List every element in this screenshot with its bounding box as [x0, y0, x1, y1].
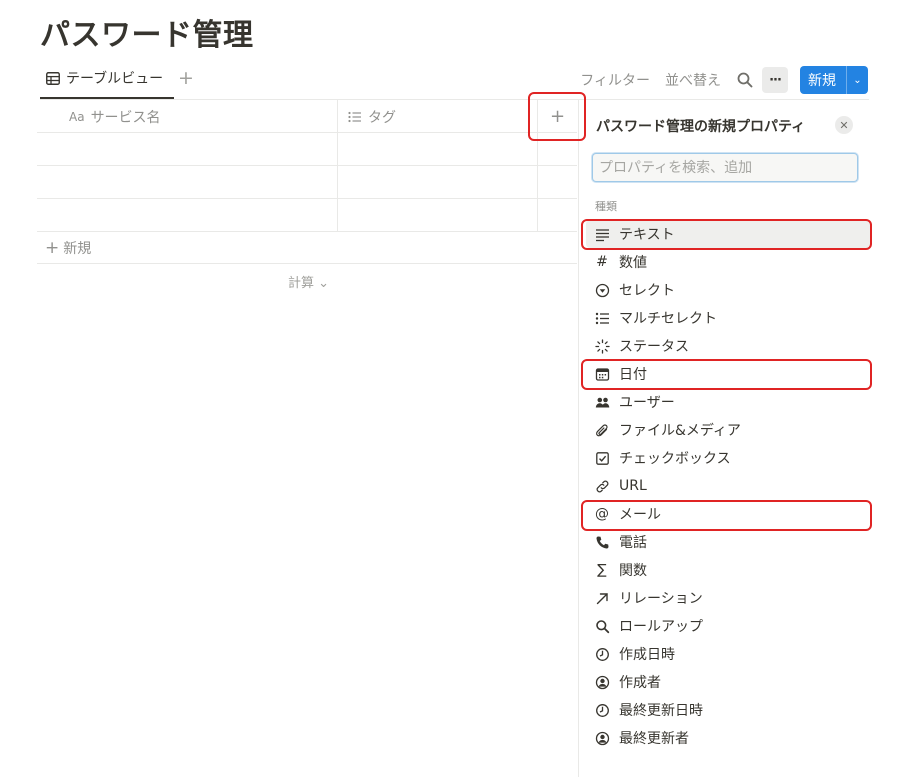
property-type-label: ファイル&メディア — [619, 423, 741, 439]
property-type-status[interactable]: ステータス — [586, 332, 872, 360]
property-type-label: セレクト — [619, 283, 675, 299]
search-icon — [594, 618, 610, 634]
property-type-email[interactable]: @ メール — [586, 500, 872, 528]
property-type-relation[interactable]: リレーション — [586, 584, 872, 612]
add-property-button[interactable]: + — [537, 100, 577, 133]
database-table: Aa サービス名 タグ + + 新規 — [37, 100, 577, 264]
page-title: パスワード管理 — [40, 18, 254, 53]
clock-icon — [594, 702, 610, 718]
property-type-label: ステータス — [619, 339, 689, 355]
property-type-label: マルチセレクト — [619, 311, 717, 327]
tab-table-view-label: テーブルビュー — [66, 71, 164, 87]
property-type-phone[interactable]: 電話 — [586, 528, 872, 556]
property-type-label: 数値 — [619, 255, 647, 271]
property-type-created-by[interactable]: 作成者 — [586, 668, 872, 696]
property-type-created-time[interactable]: 作成日時 — [586, 640, 872, 668]
new-property-panel: パスワード管理の新規プロパティ ✕ 種類 テキスト # 数値 セレクト マルチセ… — [578, 100, 878, 777]
property-type-person[interactable]: ユーザー — [586, 388, 872, 416]
property-type-checkbox[interactable]: チェックボックス — [586, 444, 872, 472]
text-lines-icon — [594, 226, 610, 242]
table-cell[interactable] — [337, 199, 537, 232]
table-cell[interactable] — [337, 133, 537, 166]
property-type-select[interactable]: セレクト — [586, 276, 872, 304]
property-type-last-edited-by[interactable]: 最終更新者 — [586, 724, 872, 752]
calculate-button[interactable]: 計算 ⌄ — [288, 272, 329, 291]
column-header-service-name[interactable]: Aa サービス名 — [69, 100, 161, 133]
table-cell[interactable] — [337, 166, 537, 199]
property-type-label: 電話 — [619, 535, 647, 551]
link-icon — [594, 478, 610, 494]
plus-icon: + — [45, 237, 60, 258]
tab-table-view[interactable]: テーブルビュー — [40, 66, 174, 99]
chevron-down-icon[interactable]: ⌄ — [847, 75, 868, 86]
property-type-label: メール — [619, 507, 661, 523]
property-type-label: ユーザー — [619, 395, 675, 411]
property-type-date[interactable]: 日付 — [586, 360, 872, 388]
at-icon: @ — [595, 506, 609, 522]
select-circle-icon — [594, 282, 610, 298]
property-type-rollup[interactable]: ロールアップ — [586, 612, 872, 640]
property-type-label: テキスト — [619, 227, 675, 243]
search-icon[interactable] — [736, 71, 754, 89]
arrow-up-right-icon — [594, 590, 610, 606]
property-type-formula[interactable]: ∑ 関数 — [586, 556, 872, 584]
property-type-label: リレーション — [619, 591, 703, 607]
sort-button[interactable]: 並べ替え — [665, 70, 721, 90]
new-button[interactable]: 新規 ⌄ — [800, 66, 868, 94]
table-cell — [537, 199, 577, 232]
calendar-icon — [594, 366, 610, 382]
property-type-label: 最終更新者 — [619, 731, 689, 747]
column-header-label: タグ — [368, 109, 396, 126]
checkbox-icon — [594, 450, 610, 466]
property-type-url[interactable]: URL — [586, 472, 872, 500]
add-row-button[interactable]: + 新規 — [37, 232, 577, 264]
property-type-files-media[interactable]: ファイル&メディア — [586, 416, 872, 444]
list-icon — [348, 111, 361, 122]
property-type-label: ロールアップ — [619, 619, 703, 635]
property-search-input[interactable] — [592, 153, 858, 182]
column-header-label: サービス名 — [90, 109, 161, 126]
new-button-label: 新規 — [808, 73, 836, 89]
sigma-icon: ∑ — [597, 562, 607, 578]
property-type-label: 作成者 — [619, 675, 661, 691]
table-header-row: Aa サービス名 タグ + — [37, 100, 577, 133]
panel-title: パスワード管理の新規プロパティ — [596, 119, 806, 135]
more-options-button[interactable]: ··· — [762, 67, 788, 93]
users-icon — [594, 394, 610, 410]
property-type-last-edited-time[interactable]: 最終更新日時 — [586, 696, 872, 724]
text-type-icon: Aa — [69, 109, 85, 124]
table-row[interactable] — [37, 133, 577, 166]
property-type-number[interactable]: # 数値 — [586, 248, 872, 276]
toolbar-actions: フィルター 並べ替え ··· 新規 ⌄ — [580, 66, 868, 94]
property-type-label: 作成日時 — [619, 647, 675, 663]
phone-icon — [594, 534, 610, 550]
close-icon[interactable]: ✕ — [835, 116, 853, 134]
table-cell — [537, 133, 577, 166]
add-view-button[interactable]: + — [178, 66, 194, 90]
user-circle-icon — [594, 730, 610, 746]
section-label-type: 種類 — [595, 200, 617, 213]
property-type-label: URL — [619, 478, 647, 494]
property-type-text[interactable]: テキスト — [586, 220, 872, 248]
column-header-tag[interactable]: タグ — [337, 100, 537, 133]
add-row-label: 新規 — [63, 240, 92, 257]
paperclip-icon — [594, 422, 610, 438]
clock-icon — [594, 646, 610, 662]
table-row[interactable] — [37, 166, 577, 199]
property-type-multi-select[interactable]: マルチセレクト — [586, 304, 872, 332]
property-type-label: 日付 — [619, 367, 647, 383]
hash-icon: # — [596, 254, 608, 270]
table-row[interactable] — [37, 199, 577, 232]
property-type-label: 関数 — [619, 563, 647, 579]
filter-button[interactable]: フィルター — [580, 70, 650, 90]
status-icon — [594, 338, 610, 354]
table-icon — [46, 72, 60, 85]
user-circle-icon — [594, 674, 610, 690]
table-cell — [537, 166, 577, 199]
property-type-label: チェックボックス — [619, 451, 731, 467]
property-type-label: 最終更新日時 — [619, 703, 703, 719]
list-icon — [594, 310, 610, 326]
property-type-list: テキスト # 数値 セレクト マルチセレクト ステータス 日付 ユーザー ファイ — [586, 220, 872, 752]
